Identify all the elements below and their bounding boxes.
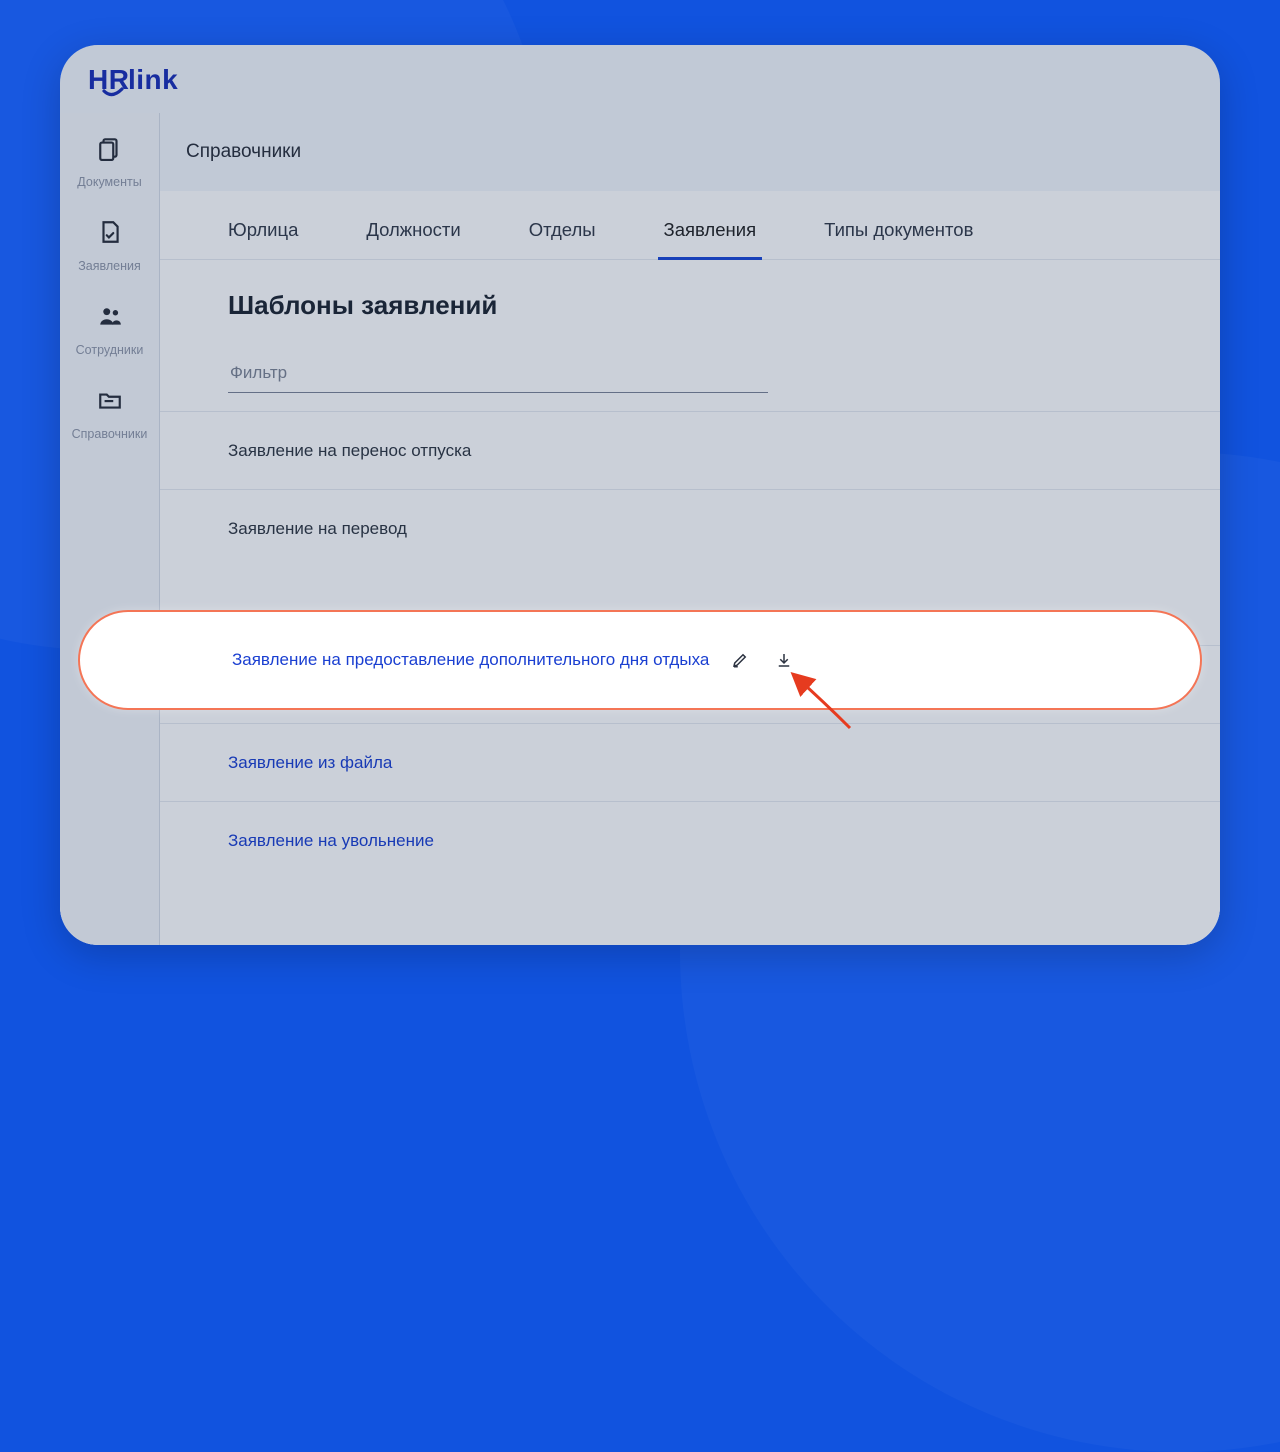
sidebar-item-label: Сотрудники [76,343,144,357]
directories-icon [60,387,159,419]
employees-icon [60,303,159,335]
svg-text:HR: HR [88,65,129,95]
tab-document-types[interactable]: Типы документов [824,219,973,259]
list-item-title[interactable]: Заявление на увольнение [228,831,434,851]
tab-positions[interactable]: Должности [366,219,460,259]
filter-input[interactable] [228,357,768,393]
brand-logo: HR link [88,65,188,97]
sidebar-item-label: Документы [77,175,141,189]
section-title: Шаблоны заявлений [160,260,1220,349]
edit-icon[interactable] [727,647,753,673]
tab-applications[interactable]: Заявления [664,219,757,259]
list-item[interactable]: Заявление на перевод [160,489,1220,567]
app-window: HR link Документы Заявления Сотрудники [60,45,1220,945]
panel: Юрлица Должности Отделы Заявления Типы д… [160,191,1220,945]
sidebar: Документы Заявления Сотрудники Справочни… [60,113,160,945]
applications-icon [60,219,159,251]
list-item-title[interactable]: Заявление на перенос отпуска [228,441,471,461]
list-item-title[interactable]: Заявление на предоставление дополнительн… [232,650,709,670]
svg-text:link: link [128,65,178,95]
list-item-title[interactable]: Заявление из файла [228,753,392,773]
list-item-title[interactable]: Заявление на перевод [228,519,407,539]
sidebar-item-applications[interactable]: Заявления [60,219,159,275]
tabs: Юрлица Должности Отделы Заявления Типы д… [160,191,1220,260]
tab-legal-entities[interactable]: Юрлица [228,219,298,259]
list-item[interactable]: Заявление на увольнение [160,801,1220,879]
list-item[interactable]: Заявление на перенос отпуска [160,411,1220,489]
sidebar-item-documents[interactable]: Документы [60,135,159,191]
sidebar-item-label: Справочники [72,427,148,441]
tab-departments[interactable]: Отделы [529,219,596,259]
content-area: Справочники Юрлица Должности Отделы Заяв… [160,113,1220,945]
sidebar-item-employees[interactable]: Сотрудники [60,303,159,359]
download-icon[interactable] [771,647,797,673]
documents-icon [60,135,159,167]
filter-container [160,349,1220,393]
sidebar-item-directories[interactable]: Справочники [60,387,159,443]
sidebar-item-label: Заявления [78,259,141,273]
highlighted-row[interactable]: Заявление на предоставление дополнительн… [78,610,1202,710]
list-item[interactable]: Заявление из файла [160,723,1220,801]
breadcrumb: Справочники [160,113,1220,191]
